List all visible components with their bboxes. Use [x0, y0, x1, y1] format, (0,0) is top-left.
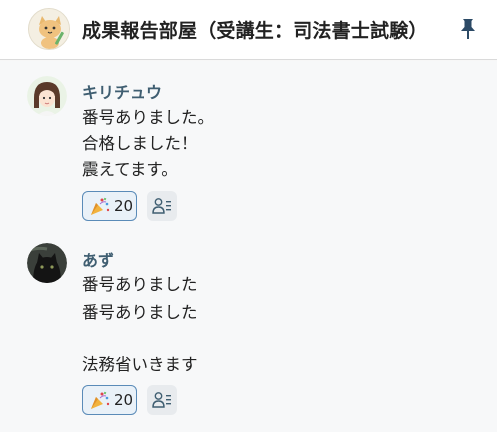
message-text-line: 震えてます。 [82, 160, 178, 179]
room-avatar[interactable] [28, 8, 70, 50]
pin-button[interactable] [458, 17, 478, 41]
girl-avatar-icon [27, 76, 67, 116]
message-text-line: 番号ありました。 [82, 108, 214, 127]
user-list-icon [152, 392, 171, 408]
pin-icon [461, 19, 475, 39]
party-popper-icon [91, 391, 110, 409]
party-popper-icon [91, 197, 110, 215]
message-text-line: 番号ありました [82, 303, 198, 322]
message-text-line: 合格しました！ [82, 134, 198, 153]
user-avatar[interactable] [27, 76, 67, 116]
user-avatar[interactable] [27, 243, 67, 283]
room-title: 成果報告部屋（受講生：司法書士試験） [82, 20, 428, 42]
reaction-party-popper[interactable]: 20 [82, 385, 137, 415]
read-by-button[interactable] [147, 191, 177, 221]
author-name[interactable]: キリチュウ [82, 79, 162, 103]
read-by-button[interactable] [147, 385, 177, 415]
user-list-icon [152, 198, 171, 214]
reaction-party-popper[interactable]: 20 [82, 191, 137, 221]
reaction-count: 20 [114, 197, 134, 215]
cat-mascot-icon [29, 9, 69, 49]
room-header: 成果報告部屋（受講生：司法書士試験） [0, 0, 497, 60]
author-name[interactable]: あず [82, 247, 114, 271]
message-list: キリチュウ 番号ありました。 合格しました！ 震えてます。 20 あず 番号あり… [0, 61, 497, 432]
message-text-line: 番号ありました [82, 275, 198, 294]
reaction-count: 20 [114, 391, 134, 409]
black-cat-avatar-icon [27, 243, 67, 283]
message-text-line: 法務省いきます [82, 355, 198, 374]
